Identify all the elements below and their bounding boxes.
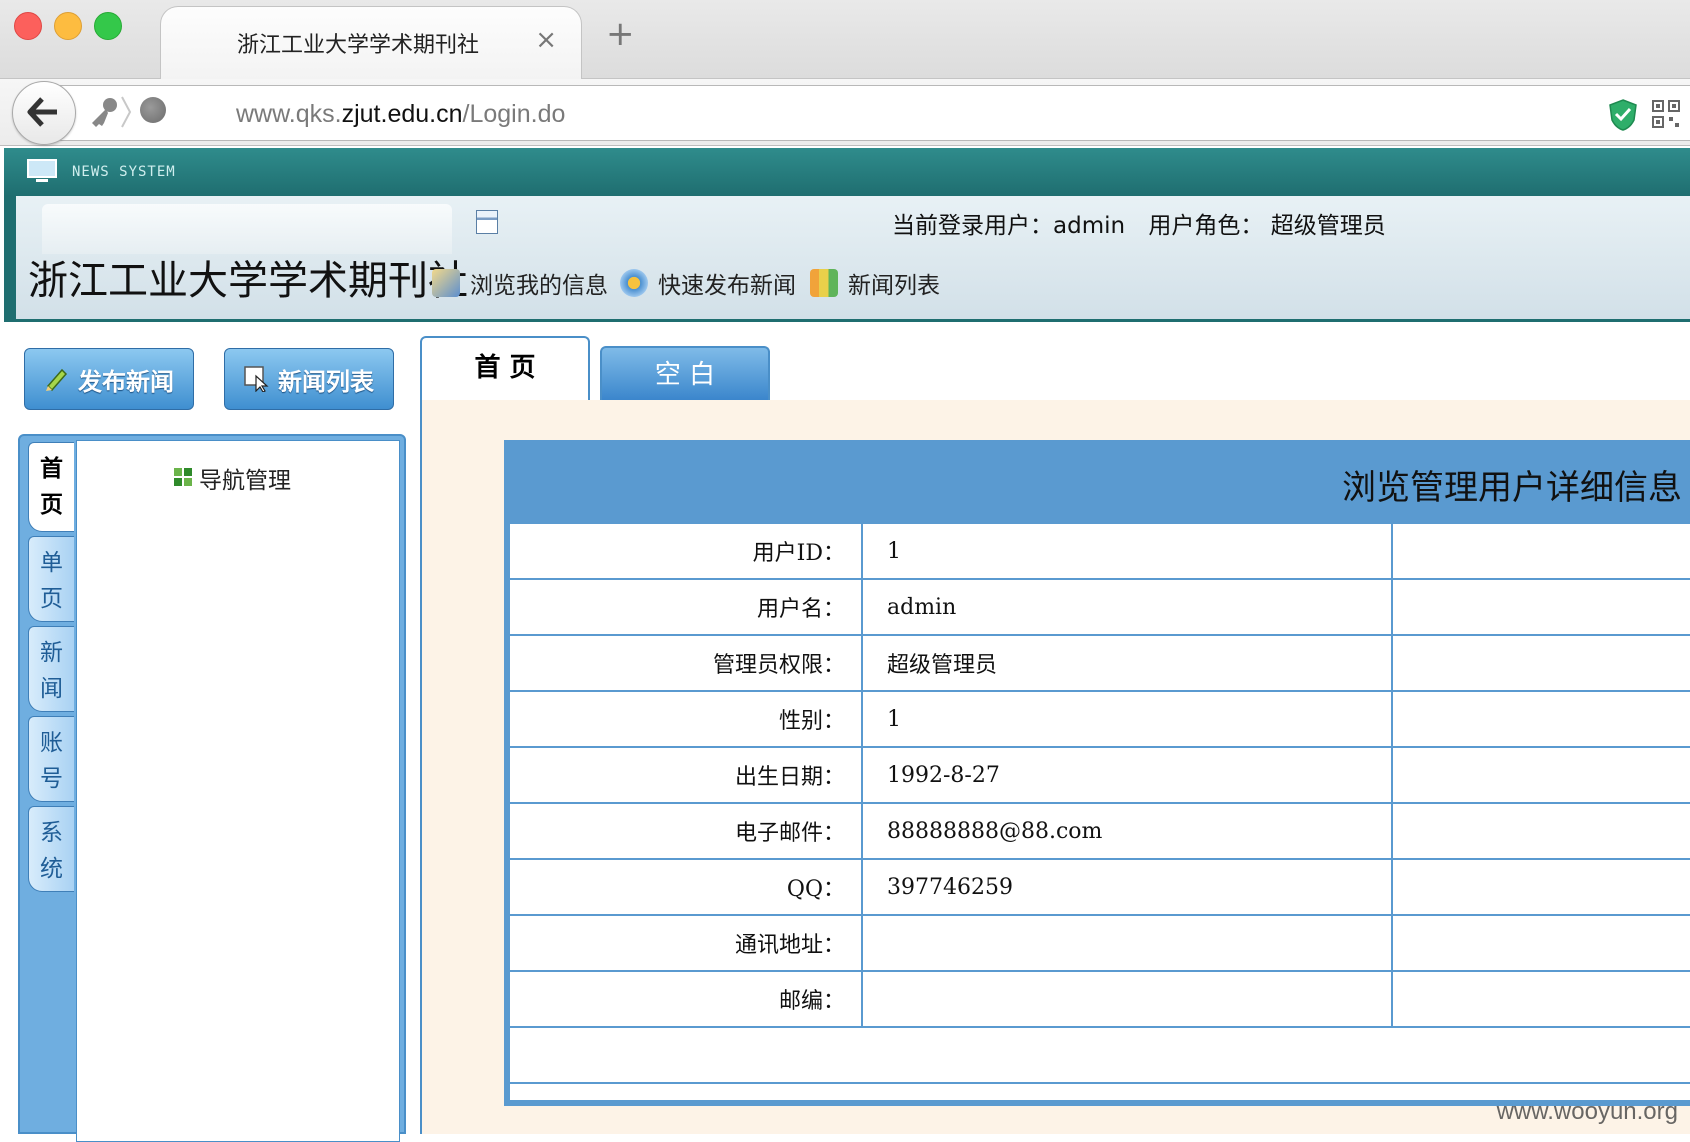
qr-code-icon[interactable] (1652, 100, 1680, 128)
browser-tab-title: 浙江工业大学学术期刊社 (237, 33, 480, 58)
table-row: 电子邮件： 88888888@88.com (510, 802, 1690, 859)
minimize-window-button[interactable] (54, 12, 82, 40)
row-label: 邮编： (510, 970, 863, 1027)
shield-icon[interactable] (1608, 98, 1638, 132)
back-button[interactable] (12, 81, 76, 145)
tab-blank[interactable]: 空 白 (600, 346, 770, 400)
brand-tab (42, 204, 452, 254)
url-text[interactable]: www.qks.zjut.edu.cn/Login.do (236, 100, 565, 129)
table-footer-cell (510, 1026, 1690, 1084)
pencil-icon (46, 368, 68, 392)
card-header: 浏览管理用户详细信息 (510, 446, 1690, 522)
globe-icon (140, 97, 166, 123)
table-row: 邮编： (510, 970, 1690, 1027)
row-value: 1 (862, 522, 1393, 579)
row-label: 通讯地址： (510, 914, 863, 971)
row-value: 397746259 (862, 858, 1393, 915)
vtab-account[interactable]: 账号 (28, 716, 74, 802)
row-value: 超级管理员 (862, 634, 1393, 691)
user-info: 当前登录用户：admin 用户角色： 超级管理员 (892, 206, 1402, 240)
row-label: 出生日期： (510, 746, 863, 803)
row-value: admin (862, 578, 1393, 635)
row-extra-cell (1392, 522, 1690, 579)
window-icon (476, 210, 498, 234)
row-label: 用户名： (510, 578, 863, 635)
monitor-icon (27, 159, 57, 182)
back-arrow-icon (27, 97, 57, 127)
row-extra-cell (1392, 578, 1690, 635)
row-extra-cell (1392, 970, 1690, 1027)
row-extra-cell (1392, 746, 1690, 803)
row-extra-cell (1392, 914, 1690, 971)
app-system-bar: NEWS SYSTEM (4, 148, 1690, 197)
table-row: 用户名： admin (510, 578, 1690, 635)
system-label: NEWS SYSTEM (72, 164, 176, 180)
row-value (862, 914, 1393, 971)
quick-link-publish-news[interactable]: 快速发布新闻 (620, 266, 796, 300)
row-value: 1 (862, 690, 1393, 747)
maximize-window-button[interactable] (94, 12, 122, 40)
profile-edit-icon (432, 269, 460, 297)
browser-tab[interactable]: 浙江工业大学学术期刊社 × (160, 6, 582, 80)
row-value: 1992-8-27 (862, 746, 1393, 803)
left-navigation-panel: 首页 单页 新闻 账号 系统 导航管理 (18, 434, 406, 1142)
row-value (862, 970, 1393, 1027)
row-extra-cell (1392, 690, 1690, 747)
close-window-button[interactable] (14, 12, 42, 40)
user-detail-card: 浏览管理用户详细信息 用户ID： 1 用户名： admin 管理员权限： 超级管理员 性别：… (504, 440, 1690, 1106)
user-role-label: 用户角色： 超级管理员 (1148, 213, 1386, 239)
row-label: 电子邮件： (510, 802, 863, 859)
watermark: www.wooyun.org (1496, 1098, 1678, 1125)
table-row: 通讯地址： (510, 914, 1690, 971)
vtab-home[interactable]: 首页 (28, 442, 74, 532)
browser-tabbar: 浙江工业大学学术期刊社 × + (0, 0, 1690, 80)
table-row: 管理员权限： 超级管理员 (510, 634, 1690, 691)
row-extra-cell (1392, 858, 1690, 915)
row-label: 用户ID： (510, 522, 863, 579)
row-label: QQ： (510, 858, 863, 915)
tab-home[interactable]: 首 页 (420, 336, 590, 400)
main-tabs: 首 页 空 白 (420, 336, 1690, 402)
card-title: 浏览管理用户详细信息 (1342, 468, 1682, 508)
app-header: 浙江工业大学学术期刊社 当前登录用户：admin 用户角色： 超级管理员 浏览我… (4, 196, 1690, 322)
table-row: 性别： 1 (510, 690, 1690, 747)
table-row: 出生日期： 1992-8-27 (510, 746, 1690, 803)
table-row: QQ： 397746259 (510, 858, 1690, 915)
table-footer-row (510, 1026, 1690, 1084)
row-label: 性别： (510, 690, 863, 747)
navigation-tree: 导航管理 (76, 440, 400, 1142)
vtab-system[interactable]: 系统 (28, 806, 74, 892)
current-user-label: 当前登录用户：admin (892, 213, 1126, 239)
user-detail-table: 用户ID： 1 用户名： admin 管理员权限： 超级管理员 性别： 1 出生日期： 1992-… (510, 522, 1690, 1084)
site-brand: 浙江工业大学学术期刊社 (28, 258, 468, 304)
quick-link-my-info[interactable]: 浏览我的信息 (432, 266, 608, 300)
main-content: 浏览管理用户详细信息 用户ID： 1 用户名： admin 管理员权限： 超级管理员 性别：… (420, 400, 1690, 1134)
vtab-single-page[interactable]: 单页 (28, 536, 74, 622)
row-value: 88888888@88.com (862, 802, 1393, 859)
address-bar[interactable]: www.qks.zjut.edu.cn/Login.do ↻ (60, 85, 1690, 141)
cursor-list-icon (244, 366, 269, 392)
row-label: 管理员权限： (510, 634, 863, 691)
tree-item-nav-management[interactable]: 导航管理 (199, 461, 291, 495)
vtab-news[interactable]: 新闻 (28, 626, 74, 712)
key-icon[interactable] (84, 95, 134, 129)
new-tab-icon[interactable]: + (606, 14, 635, 54)
quick-link-news-list[interactable]: 新闻列表 (810, 266, 940, 300)
grid-icon (174, 468, 192, 486)
users-group-icon (810, 269, 838, 297)
publish-news-button[interactable]: 发布新闻 (24, 348, 194, 410)
table-row: 用户ID： 1 (510, 522, 1690, 579)
tab-close-icon[interactable]: × (535, 25, 557, 55)
browser-navbar: www.qks.zjut.edu.cn/Login.do ↻ (0, 79, 1690, 146)
gear-icon (620, 269, 648, 297)
row-extra-cell (1392, 634, 1690, 691)
news-list-button[interactable]: 新闻列表 (224, 348, 394, 410)
row-extra-cell (1392, 802, 1690, 859)
